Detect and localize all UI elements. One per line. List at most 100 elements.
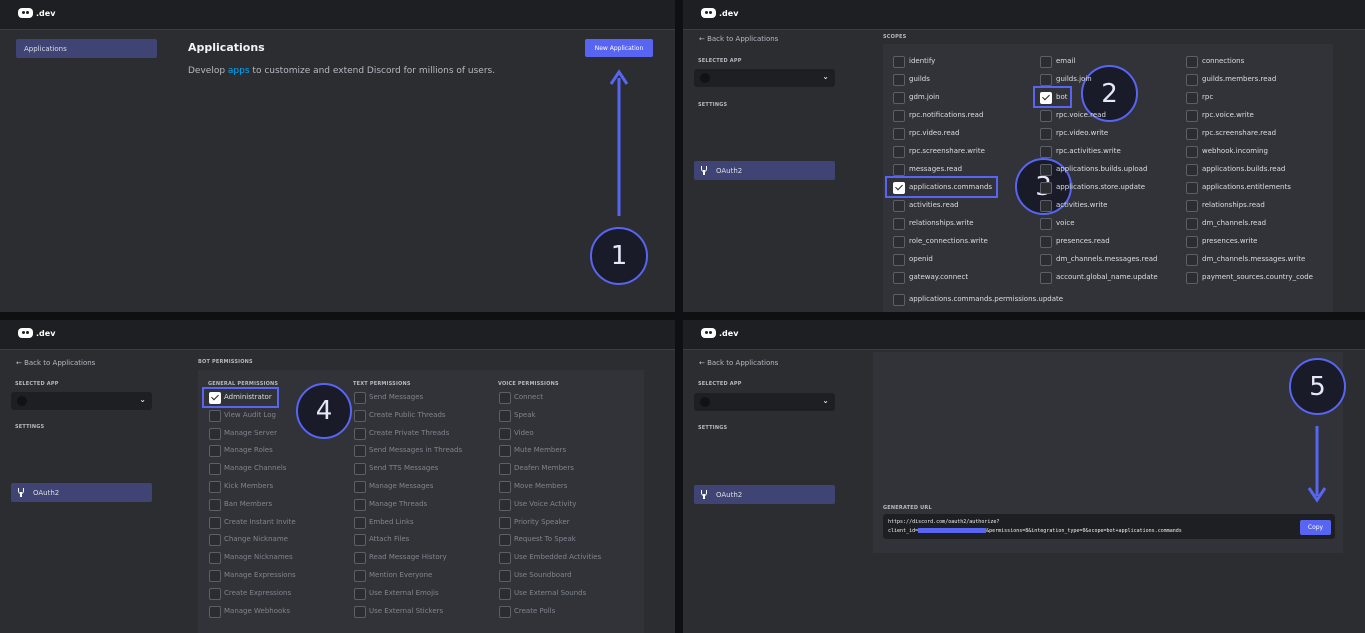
scope-checkbox[interactable]: [893, 272, 905, 284]
generated-url-box[interactable]: [883, 514, 1335, 539]
permission-checkbox[interactable]: [209, 409, 221, 422]
permission-checkbox[interactable]: [499, 605, 511, 618]
permission-checkbox[interactable]: [499, 534, 511, 547]
discord-dev-logo[interactable]: .dev: [18, 328, 55, 338]
scope-checkbox[interactable]: [1040, 254, 1052, 266]
permission-checkbox[interactable]: [499, 445, 511, 458]
permission-checkbox[interactable]: [209, 392, 221, 404]
scope-checkbox[interactable]: [893, 146, 905, 158]
back-link[interactable]: ← Back to Applications: [16, 359, 95, 367]
discord-dev-logo[interactable]: .dev: [18, 8, 55, 18]
scope-checkbox[interactable]: [893, 110, 905, 122]
permission-checkbox[interactable]: [354, 605, 366, 618]
app-select[interactable]: ⌄: [694, 393, 835, 411]
scope-checkbox[interactable]: [1040, 164, 1052, 176]
permission-checkbox[interactable]: [209, 552, 221, 565]
permission-checkbox[interactable]: [499, 552, 511, 565]
scope-checkbox[interactable]: [1186, 92, 1198, 104]
permission-checkbox[interactable]: [499, 570, 511, 582]
permission-checkbox[interactable]: [209, 605, 221, 618]
discord-dev-logo[interactable]: .dev: [701, 8, 738, 18]
scope-checkbox[interactable]: [1186, 74, 1198, 86]
app-select[interactable]: ⌄: [11, 392, 152, 410]
permission-checkbox[interactable]: [354, 463, 366, 476]
scope-checkbox[interactable]: [1186, 110, 1198, 122]
permission-checkbox[interactable]: [354, 427, 366, 440]
permission-checkbox[interactable]: [209, 534, 221, 547]
sidebar-item-applications[interactable]: Applications: [16, 39, 157, 58]
scope-checkbox[interactable]: [1040, 218, 1052, 230]
permission-checkbox[interactable]: [209, 516, 221, 529]
permission-checkbox[interactable]: [354, 552, 366, 565]
scope-checkbox[interactable]: [1040, 272, 1052, 284]
permission-checkbox[interactable]: [209, 587, 221, 600]
permission-checkbox[interactable]: [354, 516, 366, 529]
permission-checkbox[interactable]: [209, 463, 221, 476]
permission-checkbox[interactable]: [354, 445, 366, 458]
permission-checkbox[interactable]: [499, 498, 511, 511]
permission-checkbox[interactable]: [354, 392, 366, 404]
copy-button[interactable]: Copy: [1300, 520, 1331, 535]
app-select[interactable]: ⌄: [694, 69, 835, 87]
scope-checkbox[interactable]: [893, 182, 905, 194]
scope-checkbox[interactable]: [893, 236, 905, 248]
permission-checkbox[interactable]: [499, 392, 511, 404]
permission-checkbox[interactable]: [209, 445, 221, 458]
scope-checkbox[interactable]: [893, 164, 905, 176]
scope-checkbox[interactable]: [893, 56, 905, 68]
scope-checkbox[interactable]: [1040, 128, 1052, 140]
permission-checkbox[interactable]: [499, 463, 511, 476]
permission-checkbox[interactable]: [354, 481, 366, 493]
sidebar-item-oauth2[interactable]: OAuth2: [694, 485, 835, 504]
scope-checkbox[interactable]: [1186, 218, 1198, 230]
sidebar-item-oauth2[interactable]: OAuth2: [11, 483, 152, 502]
permission-checkbox[interactable]: [209, 481, 221, 493]
scope-checkbox[interactable]: [1040, 56, 1052, 68]
permission-checkbox[interactable]: [499, 409, 511, 422]
permission-checkbox[interactable]: [209, 498, 221, 511]
scope-checkbox[interactable]: [893, 218, 905, 230]
scope-checkbox[interactable]: [1186, 164, 1198, 176]
sidebar-item-oauth2[interactable]: OAuth2: [694, 161, 835, 180]
back-link[interactable]: ← Back to Applications: [699, 35, 778, 43]
scope-checkbox[interactable]: [1186, 236, 1198, 248]
permission-checkbox[interactable]: [499, 481, 511, 493]
scope-checkbox[interactable]: [1040, 92, 1052, 104]
scope-checkbox[interactable]: [893, 128, 905, 140]
scope-checkbox[interactable]: [893, 92, 905, 104]
scope-checkbox[interactable]: [893, 254, 905, 266]
permission-checkbox[interactable]: [354, 534, 366, 547]
permission-checkbox[interactable]: [354, 570, 366, 582]
scope-checkbox[interactable]: [893, 200, 905, 212]
scope-checkbox[interactable]: [1186, 128, 1198, 140]
permission-checkbox[interactable]: [209, 570, 221, 582]
permission-label: Use External Emojis: [369, 588, 439, 597]
scope-checkbox[interactable]: [1186, 200, 1198, 212]
discord-dev-logo[interactable]: .dev: [701, 328, 738, 338]
scope-checkbox[interactable]: [1186, 272, 1198, 284]
permission-checkbox[interactable]: [354, 498, 366, 511]
permission-label: Manage Expressions: [224, 571, 296, 579]
new-application-button[interactable]: New Application: [585, 39, 653, 57]
scope-checkbox[interactable]: [1040, 146, 1052, 158]
permission-checkbox[interactable]: [209, 427, 221, 440]
scope-checkbox[interactable]: [1040, 110, 1052, 122]
permission-checkbox[interactable]: [499, 516, 511, 529]
scope-checkbox[interactable]: [1040, 182, 1052, 194]
apps-link[interactable]: apps: [228, 66, 250, 76]
scope-checkbox[interactable]: [1186, 146, 1198, 158]
scope-checkbox[interactable]: [1040, 236, 1052, 248]
back-link[interactable]: ← Back to Applications: [699, 359, 778, 367]
scope-checkbox[interactable]: [1186, 254, 1198, 266]
permission-checkbox[interactable]: [354, 587, 366, 600]
scope-checkbox[interactable]: [893, 74, 905, 86]
permission-checkbox[interactable]: [499, 427, 511, 440]
scope-checkbox[interactable]: [1040, 200, 1052, 212]
permission-label: Use Voice Activity: [514, 499, 577, 508]
scope-checkbox[interactable]: [893, 294, 905, 306]
scope-checkbox[interactable]: [1186, 56, 1198, 68]
scope-checkbox[interactable]: [1040, 74, 1052, 86]
scope-checkbox[interactable]: [1186, 182, 1198, 194]
permission-checkbox[interactable]: [499, 587, 511, 600]
permission-checkbox[interactable]: [354, 409, 366, 422]
